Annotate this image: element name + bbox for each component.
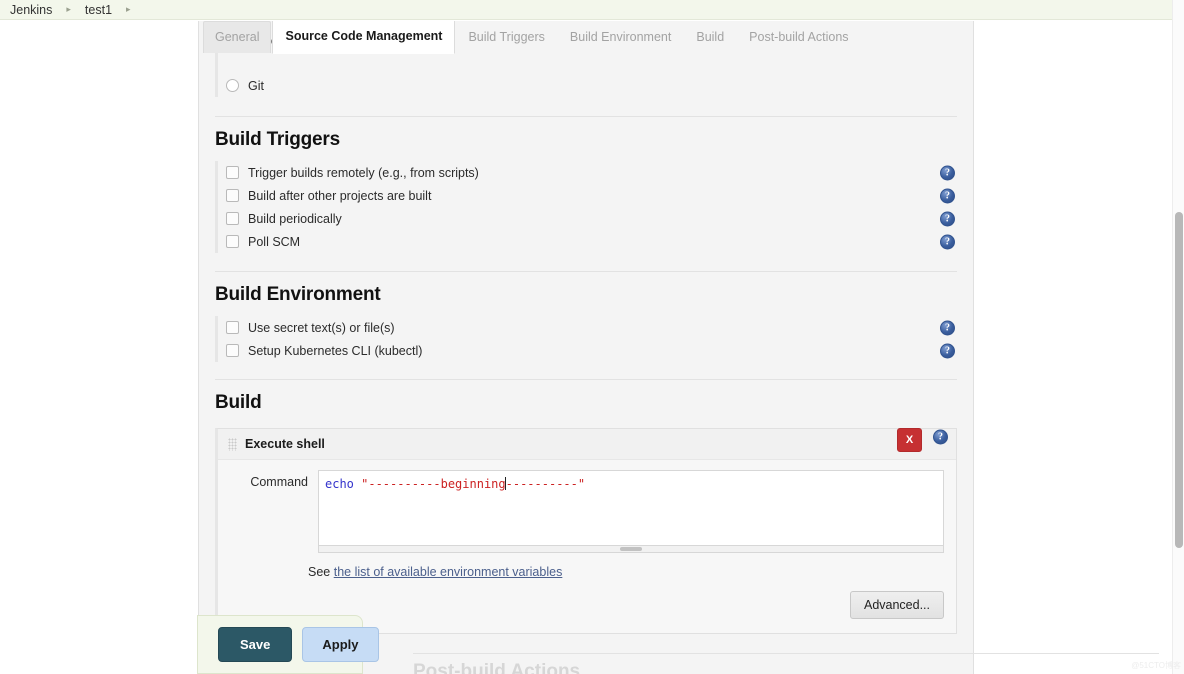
breadcrumb-separator-icon: ▸: [66, 4, 71, 14]
tab-source-code-management[interactable]: Source Code Management: [272, 21, 456, 54]
checkbox-trigger-periodically[interactable]: [226, 212, 239, 225]
tab-post-build-actions[interactable]: Post-build Actions: [737, 21, 860, 53]
env-option-kubectl[interactable]: Setup Kubernetes CLI (kubectl) ?: [226, 339, 957, 362]
trigger-option-poll-scm[interactable]: Poll SCM ?: [226, 230, 957, 253]
content-area: None Git Build Triggers Trigger builds r…: [0, 21, 1172, 674]
config-form-panel: None Git Build Triggers Trigger builds r…: [198, 21, 1159, 674]
breadcrumb: Jenkins ▸ test1 ▸: [0, 0, 1172, 20]
build-triggers-options: Trigger builds remotely (e.g., from scri…: [215, 161, 957, 253]
drag-handle-icon[interactable]: [228, 437, 237, 451]
tab-build-environment[interactable]: Build Environment: [558, 21, 683, 53]
apply-button[interactable]: Apply: [302, 627, 379, 662]
env-option-kubectl-label: Setup Kubernetes CLI (kubectl): [248, 343, 423, 358]
build-environment-options: Use secret text(s) or file(s) ? Setup Ku…: [215, 316, 957, 362]
build-step-title: Execute shell: [245, 437, 325, 451]
checkbox-trigger-remote[interactable]: [226, 166, 239, 179]
trigger-option-after-projects[interactable]: Build after other projects are built ?: [226, 184, 957, 207]
breadcrumb-item-jenkins[interactable]: Jenkins: [8, 3, 54, 17]
jenkins-job-config-page: Jenkins ▸ test1 ▸ None Git: [0, 0, 1184, 674]
env-option-secret-text[interactable]: Use secret text(s) or file(s) ?: [226, 316, 957, 339]
trigger-option-periodically-label: Build periodically: [248, 211, 342, 226]
save-button[interactable]: Save: [218, 627, 293, 662]
advanced-button[interactable]: Advanced...: [849, 591, 944, 619]
resize-grip-icon: [620, 547, 642, 551]
watermark: @51CTO博客: [1131, 661, 1181, 670]
config-tab-bar: General Source Code Management Build Tri…: [198, 21, 862, 54]
tab-general[interactable]: General: [203, 21, 272, 53]
trigger-option-remote[interactable]: Trigger builds remotely (e.g., from scri…: [226, 161, 957, 184]
breadcrumb-separator-icon-2: ▸: [126, 4, 131, 14]
build-step-execute-shell: Execute shell X ? Command echo "--------…: [215, 428, 957, 634]
env-option-secret-text-label: Use secret text(s) or file(s): [248, 320, 395, 335]
help-icon-env-kubectl[interactable]: ?: [940, 343, 955, 358]
environment-variables-prefix: See: [308, 565, 334, 579]
command-label: Command: [250, 475, 308, 489]
section-heading-build: Build: [215, 392, 262, 413]
tab-build[interactable]: Build: [684, 21, 736, 53]
trigger-option-periodically[interactable]: Build periodically ?: [226, 207, 957, 230]
delete-build-step-button[interactable]: X: [897, 428, 922, 452]
help-icon-trigger-after-projects[interactable]: ?: [940, 188, 955, 203]
command-row: Command echo "----------beginning-------…: [218, 460, 956, 557]
command-field-wrapper: echo "----------beginning----------": [318, 470, 944, 553]
help-icon-env-secret-text[interactable]: ?: [940, 320, 955, 335]
build-step-header: Execute shell X ?: [218, 428, 956, 460]
checkbox-env-kubectl[interactable]: [226, 344, 239, 357]
section-heading-post-build-actions: Post-build Actions: [413, 661, 581, 674]
divider-post-build: [413, 653, 1159, 654]
breadcrumb-item-test1[interactable]: test1: [83, 3, 114, 17]
tab-build-triggers[interactable]: Build Triggers: [456, 21, 556, 53]
command-token-string-start: "----------beginning: [353, 477, 506, 491]
trigger-option-poll-scm-label: Poll SCM: [248, 234, 301, 249]
help-icon-trigger-remote[interactable]: ?: [940, 165, 955, 180]
help-icon-trigger-poll-scm[interactable]: ?: [940, 234, 955, 249]
vertical-scrollbar[interactable]: [1172, 0, 1184, 674]
config-form-body: None Git Build Triggers Trigger builds r…: [199, 21, 973, 668]
environment-variables-note: See the list of available environment va…: [218, 557, 956, 585]
trigger-option-after-projects-label: Build after other projects are built: [248, 188, 432, 203]
scm-option-git-label: Git: [248, 78, 264, 93]
help-icon-execute-shell[interactable]: ?: [933, 429, 948, 445]
scm-option-git[interactable]: Git: [226, 74, 957, 97]
textarea-resize-handle[interactable]: [318, 546, 944, 553]
command-textarea[interactable]: echo "----------beginning----------": [318, 470, 944, 546]
command-token-string-end: ----------": [505, 477, 586, 491]
checkbox-trigger-poll-scm[interactable]: [226, 235, 239, 248]
radio-git[interactable]: [226, 79, 239, 92]
section-heading-build-triggers: Build Triggers: [215, 129, 340, 150]
checkbox-env-secret-text[interactable]: [226, 321, 239, 334]
environment-variables-link[interactable]: the list of available environment variab…: [334, 565, 563, 579]
help-icon-trigger-periodically[interactable]: ?: [940, 211, 955, 226]
checkbox-trigger-after-projects[interactable]: [226, 189, 239, 202]
form-action-bar: Save Apply: [197, 615, 379, 674]
trigger-option-remote-label: Trigger builds remotely (e.g., from scri…: [248, 165, 479, 180]
vertical-scrollbar-thumb[interactable]: [1175, 212, 1183, 548]
section-heading-build-environment: Build Environment: [215, 284, 381, 305]
command-token-echo: echo: [325, 477, 354, 491]
